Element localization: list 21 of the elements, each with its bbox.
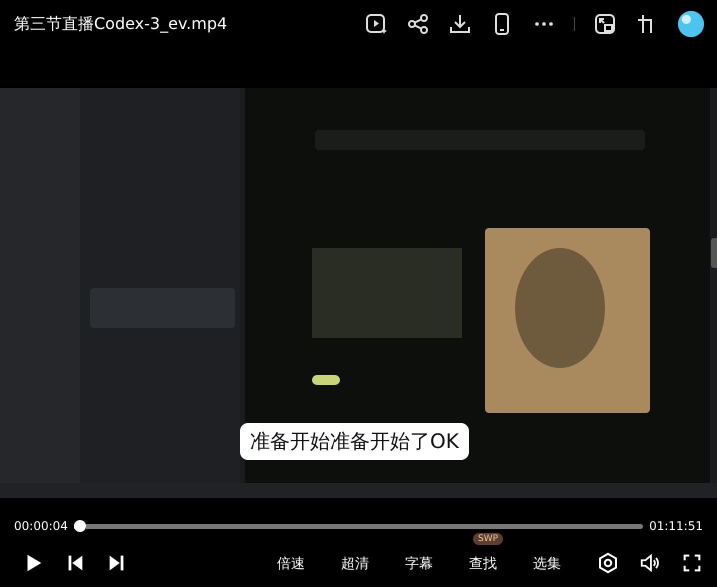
menu-button[interactable]: 超清: [341, 555, 369, 573]
fullscreen-icon[interactable]: [681, 552, 703, 574]
subtitle: 准备开始准备开始了OK: [240, 423, 469, 460]
menu-button[interactable]: 查找: [469, 555, 497, 573]
share-icon[interactable]: [406, 12, 430, 36]
volume-icon[interactable]: [639, 552, 661, 574]
progress-handle[interactable]: [74, 520, 86, 532]
total-time: 01:11:51: [649, 519, 703, 533]
settings-icon[interactable]: [597, 552, 619, 574]
picture-in-picture-icon[interactable]: [593, 12, 617, 36]
menu-button[interactable]: 倍速: [277, 555, 305, 573]
progress-track[interactable]: [86, 524, 644, 528]
video-title: 第三节直播Codex-3_ev.mp4: [14, 14, 228, 34]
download-icon[interactable]: [448, 12, 472, 36]
badge: SWP: [473, 533, 504, 545]
menu-button[interactable]: 选集: [533, 555, 561, 573]
video-effect-icon[interactable]: [364, 12, 388, 36]
menu-button[interactable]: 字幕: [405, 555, 433, 573]
side-handle[interactable]: [711, 238, 717, 268]
elapsed-time: 00:00:04: [14, 519, 68, 533]
avatar-icon[interactable]: [677, 10, 705, 38]
